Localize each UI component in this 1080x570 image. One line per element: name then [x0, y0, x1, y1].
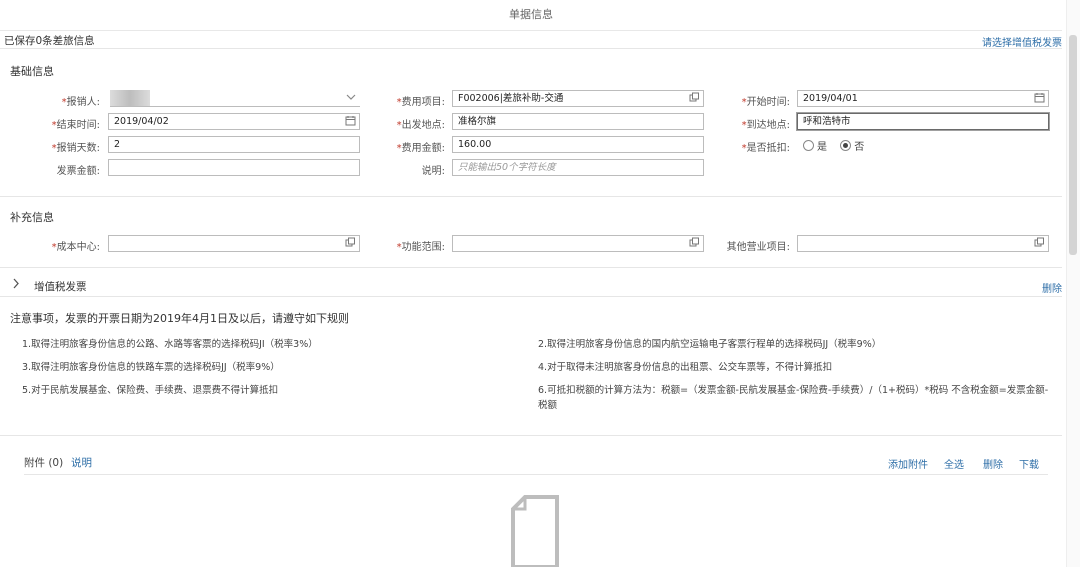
rule-item: 2.取得注明旅客身份信息的国内航空运输电子客票行程单的选择税码JJ（税率9%） [538, 339, 882, 350]
divider [24, 474, 1048, 475]
value-help-icon[interactable] [688, 92, 700, 105]
expense-item-value: F002006|差旅补助-交通 [458, 93, 564, 104]
add-attachment-button[interactable]: 添加附件 [888, 456, 928, 471]
divider [0, 267, 1062, 268]
expense-item-input[interactable]: F002006|差旅补助-交通 [452, 90, 704, 107]
deductible-label: *是否抵扣: [741, 143, 790, 154]
chevron-right-icon[interactable] [12, 278, 20, 292]
description-label: 说明: [421, 166, 445, 177]
end-time-value: 2019/04/02 [114, 116, 169, 127]
rule-item: 1.取得注明旅客身份信息的公路、水路等客票的选择税码JI（税率3%） [22, 339, 318, 350]
divider [0, 435, 1062, 436]
basic-info-title: 基础信息 [10, 65, 54, 78]
attachments-explain-link[interactable]: 说明 [71, 455, 92, 470]
cost-center-label: *成本中心: [51, 242, 100, 253]
vat-delete-link[interactable]: 删除 [1042, 280, 1062, 295]
divider [0, 296, 1062, 297]
reimburser-label: *报销人: [61, 97, 100, 108]
start-time-label: *开始时间: [741, 97, 790, 108]
select-vat-invoice-link[interactable]: 请选择增值税发票 [982, 34, 1062, 49]
calendar-icon[interactable] [1033, 92, 1045, 105]
saved-info: 已保存0条差旅信息 [4, 35, 95, 47]
days-label: *报销天数: [51, 143, 100, 154]
end-time-input[interactable]: 2019/04/02 [108, 113, 360, 130]
divider [0, 48, 1062, 49]
departure-label: *出发地点: [396, 120, 445, 131]
vat-invoice-toggle[interactable]: 增值税发票 [34, 279, 87, 294]
start-time-value: 2019/04/01 [803, 93, 858, 104]
notice-title: 注意事项，发票的开票日期为2019年4月1日及以后，请遵守如下规则 [10, 312, 349, 325]
radio-circle-icon [803, 140, 814, 151]
rule-item: 6.可抵扣税额的计算方法为：税额=（发票金额-民航发展基金-保险费-手续费）/（… [538, 385, 1049, 411]
amount-label: *费用金额: [396, 143, 445, 154]
deductible-radio-group: 是 否 [803, 138, 864, 153]
end-time-label: *结束时间: [51, 120, 100, 131]
invoice-amount-input[interactable] [108, 159, 360, 176]
rule-item: 4.对于取得未注明旅客身份信息的出租票、公交车票等，不得计算抵扣 [538, 362, 833, 373]
rule-item: 5.对于民航发展基金、保险费、手续费、退票费不得计算抵扣 [22, 385, 279, 396]
divider [0, 196, 1062, 197]
deductible-no-radio[interactable]: 否 [840, 140, 865, 153]
deductible-yes-radio[interactable]: 是 [803, 140, 827, 153]
departure-input[interactable]: 准格尔旗 [452, 113, 704, 130]
rule-item: 3.取得注明旅客身份信息的铁路车票的选择税码JJ（税率9%） [22, 362, 280, 373]
arrival-input[interactable]: 呼和浩特市 [797, 113, 1049, 130]
reimburser-avatar-blur [110, 90, 150, 107]
reimburser-select[interactable] [110, 90, 360, 107]
amount-input[interactable]: 160.00 [452, 136, 704, 153]
function-scope-label: *功能范围: [396, 242, 445, 253]
expense-item-label: *费用项目: [396, 97, 445, 108]
delete-attachment-button[interactable]: 删除 [983, 456, 1003, 471]
description-input[interactable]: 只能输出50个字符长度 [452, 159, 704, 176]
download-button[interactable]: 下载 [1019, 456, 1039, 471]
start-time-input[interactable]: 2019/04/01 [797, 90, 1049, 107]
value-help-icon[interactable] [1033, 237, 1045, 250]
page-title: 单据信息 [0, 0, 1062, 31]
value-help-icon[interactable] [688, 237, 700, 250]
deductible-no-label: 否 [854, 142, 865, 153]
radio-selected-icon [840, 140, 852, 151]
other-business-input[interactable] [797, 235, 1049, 252]
select-all-button[interactable]: 全选 [944, 456, 964, 471]
other-business-label: 其他营业项目: [726, 242, 790, 253]
function-scope-input[interactable] [452, 235, 704, 252]
arrival-label: *到达地点: [741, 120, 790, 131]
days-input[interactable]: 2 [108, 136, 360, 153]
invoice-amount-label: 发票金额: [56, 166, 100, 177]
cost-center-input[interactable] [108, 235, 360, 252]
attachments-title: 附件 (0) [24, 457, 64, 469]
supplement-info-title: 补充信息 [10, 211, 54, 224]
scrollbar-thumb[interactable] [1069, 35, 1077, 255]
document-icon [510, 495, 560, 569]
deductible-yes-label: 是 [817, 142, 827, 153]
